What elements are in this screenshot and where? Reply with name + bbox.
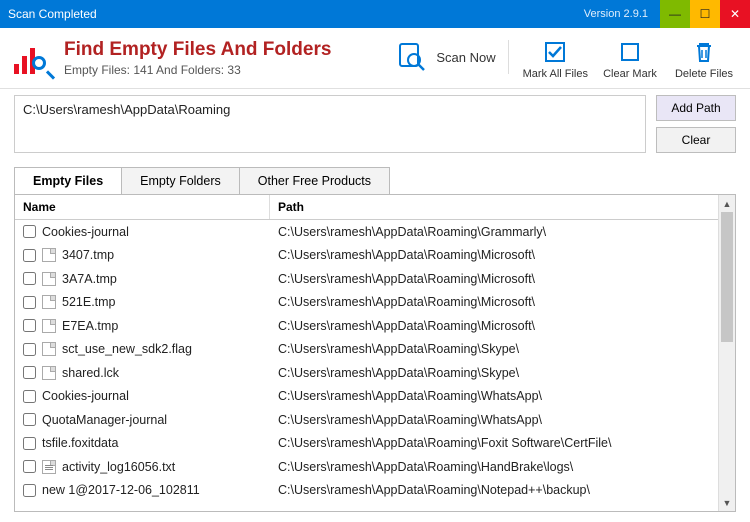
clear-mark-label: Clear Mark	[603, 68, 657, 80]
scan-label: Scan Now	[436, 50, 495, 65]
col-path[interactable]: Path	[270, 195, 735, 219]
row-checkbox[interactable]	[23, 319, 36, 332]
titlebar: Scan Completed Version 2.9.1 — ☐ ✕	[0, 0, 750, 28]
file-path: C:\Users\ramesh\AppData\Roaming\Notepad+…	[270, 483, 735, 497]
minimize-button[interactable]: —	[660, 0, 690, 28]
scrollbar[interactable]: ▲ ▼	[718, 195, 735, 511]
table-row[interactable]: shared.lck C:\Users\ramesh\AppData\Roamin…	[15, 361, 735, 385]
row-checkbox[interactable]	[23, 272, 36, 285]
scan-now-button[interactable]: Scan Now	[394, 40, 508, 74]
version-label: Version 2.9.1	[584, 8, 660, 20]
file-path: C:\Users\ramesh\AppData\Roaming\WhatsApp…	[270, 413, 735, 427]
file-name: tsfile.foxitdata	[42, 436, 118, 450]
file-icon	[42, 272, 56, 286]
table-row[interactable]: QuotaManager-journal C:\Users\ramesh\AppD…	[15, 408, 735, 432]
app-icon	[14, 38, 54, 78]
header: Find Empty Files And Folders Empty Files…	[0, 28, 750, 89]
file-path: C:\Users\ramesh\AppData\Roaming\Microsof…	[270, 248, 735, 262]
row-checkbox[interactable]	[23, 484, 36, 497]
file-icon	[42, 248, 56, 262]
table-row[interactable]: 3A7A.tmp C:\Users\ramesh\AppData\Roaming\…	[15, 267, 735, 291]
text-file-icon	[42, 460, 56, 474]
table-row[interactable]: 3407.tmp C:\Users\ramesh\AppData\Roaming\…	[15, 244, 735, 268]
table-row[interactable]: 521E.tmp C:\Users\ramesh\AppData\Roaming\…	[15, 291, 735, 315]
file-name: QuotaManager-journal	[42, 413, 167, 427]
file-path: C:\Users\ramesh\AppData\Roaming\Microsof…	[270, 295, 735, 309]
delete-files-button[interactable]: Delete Files	[672, 40, 736, 80]
tab-empty-folders[interactable]: Empty Folders	[121, 167, 240, 194]
app-title: Find Empty Files And Folders	[64, 39, 331, 61]
file-path: C:\Users\ramesh\AppData\Roaming\Foxit So…	[270, 436, 735, 450]
file-name: Cookies-journal	[42, 225, 129, 239]
file-path: C:\Users\ramesh\AppData\Roaming\WhatsApp…	[270, 389, 735, 403]
mark-all-button[interactable]: Mark All Files	[523, 40, 588, 80]
path-input[interactable]: C:\Users\ramesh\AppData\Roaming	[14, 95, 646, 153]
file-name: Cookies-journal	[42, 389, 129, 403]
table-row[interactable]: Cookies-journal C:\Users\ramesh\AppData\R…	[15, 220, 735, 244]
table-row[interactable]: E7EA.tmp C:\Users\ramesh\AppData\Roaming\…	[15, 314, 735, 338]
close-button[interactable]: ✕	[720, 0, 750, 28]
row-checkbox[interactable]	[23, 366, 36, 379]
maximize-button[interactable]: ☐	[690, 0, 720, 28]
file-path: C:\Users\ramesh\AppData\Roaming\Grammarl…	[270, 225, 735, 239]
add-path-button[interactable]: Add Path	[656, 95, 736, 121]
scroll-up-icon[interactable]: ▲	[719, 195, 735, 212]
file-path: C:\Users\ramesh\AppData\Roaming\Skype\	[270, 342, 735, 356]
path-row: C:\Users\ramesh\AppData\Roaming Add Path…	[0, 89, 750, 153]
file-icon	[42, 295, 56, 309]
clear-mark-button[interactable]: Clear Mark	[598, 40, 662, 80]
mark-all-label: Mark All Files	[523, 68, 588, 80]
file-name: sct_use_new_sdk2.flag	[62, 342, 192, 356]
table-row[interactable]: Cookies-journal C:\Users\ramesh\AppData\R…	[15, 385, 735, 409]
col-name[interactable]: Name	[15, 195, 270, 219]
window-title: Scan Completed	[0, 7, 97, 21]
row-checkbox[interactable]	[23, 343, 36, 356]
check-icon	[543, 40, 567, 64]
scroll-thumb[interactable]	[721, 212, 733, 342]
file-icon	[42, 342, 56, 356]
row-checkbox[interactable]	[23, 296, 36, 309]
row-checkbox[interactable]	[23, 249, 36, 262]
file-name: 3407.tmp	[62, 248, 114, 262]
file-name: E7EA.tmp	[62, 319, 118, 333]
file-path: C:\Users\ramesh\AppData\Roaming\HandBrak…	[270, 460, 735, 474]
row-checkbox[interactable]	[23, 460, 36, 473]
tab-empty-files[interactable]: Empty Files	[14, 167, 122, 194]
file-table: Name Path Cookies-journal C:\Users\ramesh…	[14, 194, 736, 512]
table-header: Name Path	[15, 195, 735, 220]
file-name: shared.lck	[62, 366, 119, 380]
row-checkbox[interactable]	[23, 413, 36, 426]
tab-other-products[interactable]: Other Free Products	[239, 167, 390, 194]
row-checkbox[interactable]	[23, 225, 36, 238]
file-name: new 1@2017-12-06_102811	[42, 483, 200, 497]
row-checkbox[interactable]	[23, 390, 36, 403]
path-value: C:\Users\ramesh\AppData\Roaming	[23, 102, 230, 117]
table-row[interactable]: sct_use_new_sdk2.flag C:\Users\ramesh\App…	[15, 338, 735, 362]
app-subtitle: Empty Files: 141 And Folders: 33	[64, 63, 331, 77]
file-icon	[42, 366, 56, 380]
row-checkbox[interactable]	[23, 437, 36, 450]
file-path: C:\Users\ramesh\AppData\Roaming\Microsof…	[270, 272, 735, 286]
trash-icon	[692, 40, 716, 64]
scroll-down-icon[interactable]: ▼	[719, 494, 735, 511]
file-name: 521E.tmp	[62, 295, 116, 309]
scan-icon	[394, 40, 428, 74]
clear-path-button[interactable]: Clear	[656, 127, 736, 153]
square-icon	[618, 40, 642, 64]
table-body: Cookies-journal C:\Users\ramesh\AppData\R…	[15, 220, 735, 511]
table-row[interactable]: tsfile.foxitdata C:\Users\ramesh\AppData\…	[15, 432, 735, 456]
file-icon	[42, 319, 56, 333]
file-name: activity_log16056.txt	[62, 460, 175, 474]
file-path: C:\Users\ramesh\AppData\Roaming\Skype\	[270, 366, 735, 380]
table-row[interactable]: new 1@2017-12-06_102811 C:\Users\ramesh\A…	[15, 479, 735, 503]
file-name: 3A7A.tmp	[62, 272, 117, 286]
tabs: Empty Files Empty Folders Other Free Pro…	[14, 167, 736, 194]
delete-label: Delete Files	[675, 68, 733, 80]
table-row[interactable]: activity_log16056.txt C:\Users\ramesh\App…	[15, 455, 735, 479]
file-path: C:\Users\ramesh\AppData\Roaming\Microsof…	[270, 319, 735, 333]
